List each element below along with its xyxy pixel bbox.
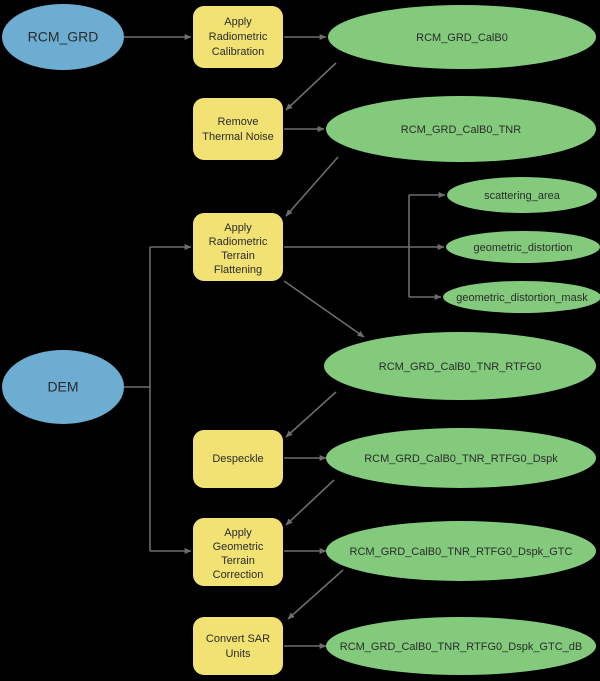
edge-dspk-to-geometriccorrection <box>285 479 335 526</box>
remove-thermal-noise-box[interactable] <box>193 98 283 160</box>
apply-geometric-terrain-correction-label-line4: Correction <box>213 569 264 581</box>
node-scattering-area[interactable]: scattering_area <box>447 177 597 213</box>
node-despeckle[interactable]: Despeckle <box>193 430 283 488</box>
apply-radiometric-calibration-label-line2: Radiometric <box>209 31 268 43</box>
edge-calb0-to-thermalnoise <box>285 62 337 111</box>
apply-radiometric-terrain-flattening-label-line1: Apply <box>224 222 252 234</box>
edge-terrainflattening-to-rtfg0 <box>283 280 365 338</box>
node-gtc[interactable]: RCM_GRD_CalB0_TNR_RTFG0_Dspk_GTC <box>326 521 596 581</box>
node-rcm-grd-calb0[interactable]: RCM_GRD_CalB0 <box>328 5 596 69</box>
rcm-grd-calb0-label: RCM_GRD_CalB0 <box>416 32 508 44</box>
gtc-label: RCM_GRD_CalB0_TNR_RTFG0_Dspk_GTC <box>350 546 573 558</box>
geometric-distortion-label: geometric_distortion <box>473 242 572 254</box>
dspk-label: RCM_GRD_CalB0_TNR_RTFG0_Dspk <box>364 453 558 465</box>
apply-radiometric-calibration-label-line3: Calibration <box>212 46 265 58</box>
node-apply-radiometric-calibration[interactable]: Apply Radiometric Calibration <box>193 6 283 68</box>
apply-radiometric-terrain-flattening-label-line4: Flattening <box>214 264 262 276</box>
apply-radiometric-calibration-label-line1: Apply <box>224 16 252 28</box>
node-rcm-grd-calb0-tnr[interactable]: RCM_GRD_CalB0_TNR <box>326 96 596 162</box>
remove-thermal-noise-label-line2: Thermal Noise <box>202 131 274 143</box>
node-geometric-distortion-mask[interactable]: geometric_distortion_mask <box>443 281 600 313</box>
node-geometric-distortion[interactable]: geometric_distortion <box>446 231 600 263</box>
node-rtfg0[interactable]: RCM_GRD_CalB0_TNR_RTFG0 <box>324 332 596 400</box>
node-convert-sar-units[interactable]: Convert SAR Units <box>193 617 283 675</box>
workflow-diagram: RCM_GRD DEM Apply Radiometric Calibratio… <box>0 0 600 681</box>
convert-sar-units-label-line1: Convert SAR <box>206 633 270 645</box>
rcm-grd-calb0-tnr-label: RCM_GRD_CalB0_TNR <box>401 124 521 136</box>
remove-thermal-noise-label-line1: Remove <box>218 116 259 128</box>
apply-radiometric-terrain-flattening-label-line3: Terrain <box>221 250 255 262</box>
apply-geometric-terrain-correction-label-line1: Apply <box>224 527 252 539</box>
edge-calb0tnr-to-terrainflattening <box>285 156 339 217</box>
node-dem[interactable]: DEM <box>2 350 124 424</box>
despeckle-label: Despeckle <box>212 453 263 465</box>
node-layer: RCM_GRD DEM Apply Radiometric Calibratio… <box>2 4 600 675</box>
node-dspk[interactable]: RCM_GRD_CalB0_TNR_RTFG0_Dspk <box>326 428 596 488</box>
node-remove-thermal-noise[interactable]: Remove Thermal Noise <box>193 98 283 160</box>
edge-gtc-to-convertsarunits <box>287 569 344 620</box>
geometric-distortion-mask-label: geometric_distortion_mask <box>456 292 588 304</box>
dem-label: DEM <box>47 379 78 395</box>
scattering-area-label: scattering_area <box>484 190 561 202</box>
node-apply-geometric-terrain-correction[interactable]: Apply Geometric Terrain Correction <box>193 518 283 586</box>
node-rcm-grd[interactable]: RCM_GRD <box>2 4 124 70</box>
node-apply-radiometric-terrain-flattening[interactable]: Apply Radiometric Terrain Flattening <box>193 213 283 281</box>
rtfg0-label: RCM_GRD_CalB0_TNR_RTFG0 <box>379 361 541 373</box>
rcm-grd-label: RCM_GRD <box>28 29 99 45</box>
convert-sar-units-label-line2: Units <box>225 648 251 660</box>
apply-radiometric-terrain-flattening-label-line2: Radiometric <box>209 236 268 248</box>
node-gtc-db[interactable]: RCM_GRD_CalB0_TNR_RTFG0_Dspk_GTC_dB <box>326 617 596 675</box>
edge-rtfg0-to-despeckle <box>285 391 337 438</box>
gtc-db-label: RCM_GRD_CalB0_TNR_RTFG0_Dspk_GTC_dB <box>340 641 582 653</box>
apply-geometric-terrain-correction-label-line2: Geometric <box>213 541 264 553</box>
convert-sar-units-box[interactable] <box>193 617 283 675</box>
apply-geometric-terrain-correction-label-line3: Terrain <box>221 555 255 567</box>
